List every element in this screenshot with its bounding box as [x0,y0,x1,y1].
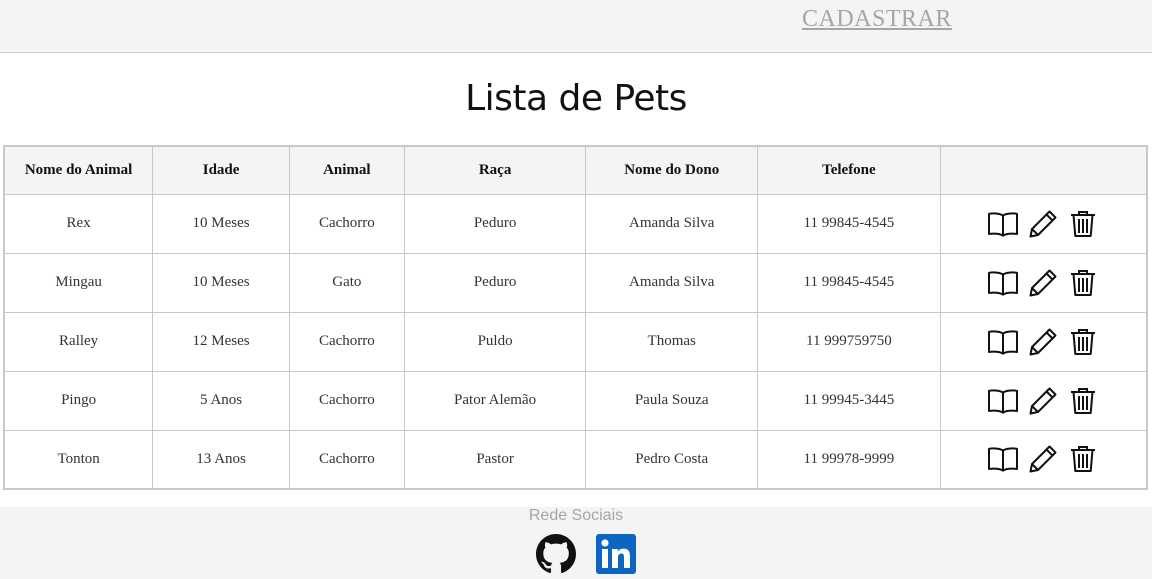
pencil-icon[interactable] [1026,207,1060,241]
cell-nome-animal: Ralley [3,311,154,372]
pencil-icon[interactable] [1026,325,1060,359]
footer-label: Rede Sociais [528,507,624,524]
cell-raca: Pastor [403,429,587,490]
cell-raca: Puldo [403,311,587,372]
table-row: Rex 10 Meses Cachorro Peduro Amanda Silva 11 … [3,193,1148,254]
cell-animal: Cachorro [288,311,405,372]
cell-telefone: 11 99978-9999 [757,429,941,490]
cell-telefone: 11 999759750 [757,311,941,372]
table-row: Mingau 10 Meses Gato Peduro Amanda Silva 11 9… [3,252,1148,313]
row-actions [939,311,1148,372]
cell-nome-animal: Tonton [3,429,154,490]
cell-telefone: 11 99845-4545 [757,252,941,313]
table-row: Pingo 5 Anos Cachorro Pator Alemão Paula Sou… [3,370,1148,431]
cell-animal: Cachorro [288,193,405,254]
cell-animal: Gato [288,252,405,313]
cell-nome-animal: Mingau [3,252,154,313]
pets-table: Nome do Animal Idade Animal Raça Nome do… [3,145,1148,490]
cell-raca: Peduro [403,193,587,254]
top-nav-bar: CADASTRAR [0,0,1152,53]
cell-nome-dono: Amanda Silva [585,252,759,313]
footer: Rede Sociais [0,507,1152,579]
cadastrar-link[interactable]: CADASTRAR [802,6,952,33]
cell-nome-animal: Pingo [3,370,154,431]
book-icon[interactable] [986,442,1020,476]
trash-icon[interactable] [1066,442,1100,476]
github-icon[interactable] [536,534,576,574]
column-header-idade: Idade [152,145,290,195]
cell-nome-animal: Rex [3,193,154,254]
row-actions [939,193,1148,254]
column-header-nome-animal: Nome do Animal [3,145,154,195]
table-row: Ralley 12 Meses Cachorro Puldo Thomas 11 9997… [3,311,1148,372]
pencil-icon[interactable] [1026,442,1060,476]
cell-idade: 10 Meses [152,193,290,254]
table-header-row: Nome do Animal Idade Animal Raça Nome do… [3,145,1148,195]
cell-nome-dono: Thomas [585,311,759,372]
row-actions [939,252,1148,313]
book-icon[interactable] [986,207,1020,241]
cell-telefone: 11 99945-3445 [757,370,941,431]
table-row: Tonton 13 Anos Cachorro Pastor Pedro Costa 11… [3,429,1148,490]
cell-telefone: 11 99845-4545 [757,193,941,254]
cell-nome-dono: Amanda Silva [585,193,759,254]
linkedin-icon[interactable] [596,534,636,574]
cell-nome-dono: Pedro Costa [585,429,759,490]
book-icon[interactable] [986,266,1020,300]
column-header-animal: Animal [288,145,405,195]
column-header-actions [939,145,1148,195]
cell-idade: 12 Meses [152,311,290,372]
trash-icon[interactable] [1066,325,1100,359]
column-header-nome-dono: Nome do Dono [585,145,759,195]
column-header-raca: Raça [403,145,587,195]
trash-icon[interactable] [1066,207,1100,241]
column-header-telefone: Telefone [757,145,941,195]
cell-animal: Cachorro [288,370,405,431]
cell-nome-dono: Paula Souza [585,370,759,431]
page-title: Lista de Pets [465,78,687,119]
trash-icon[interactable] [1066,384,1100,418]
cell-idade: 13 Anos [152,429,290,490]
cell-raca: Pator Alemão [403,370,587,431]
row-actions [939,429,1148,490]
pencil-icon[interactable] [1026,384,1060,418]
row-actions [939,370,1148,431]
pencil-icon[interactable] [1026,266,1060,300]
cell-animal: Cachorro [288,429,405,490]
cell-raca: Peduro [403,252,587,313]
cell-idade: 5 Anos [152,370,290,431]
book-icon[interactable] [986,325,1020,359]
book-icon[interactable] [986,384,1020,418]
trash-icon[interactable] [1066,266,1100,300]
cell-idade: 10 Meses [152,252,290,313]
